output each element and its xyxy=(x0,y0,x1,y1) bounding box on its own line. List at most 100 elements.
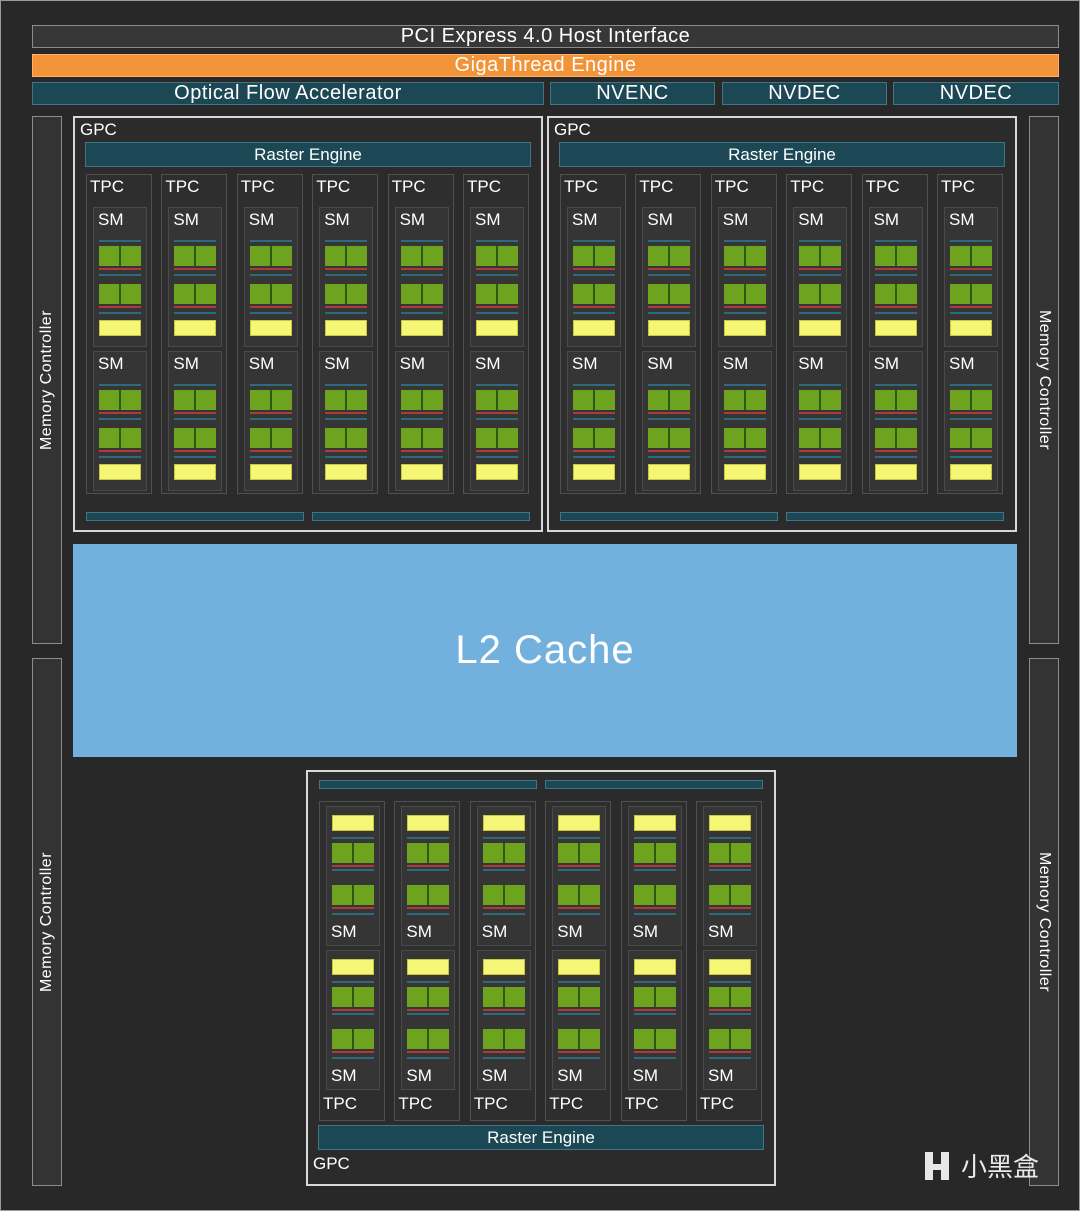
tensor-core-line xyxy=(482,907,525,909)
register-line xyxy=(476,312,518,314)
register-line xyxy=(332,1013,374,1015)
crossbar-segment xyxy=(545,780,763,789)
tensor-core-line xyxy=(476,268,518,270)
cuda-cores xyxy=(482,885,525,905)
sm-label: SM xyxy=(399,354,426,373)
cuda-cores xyxy=(709,987,751,1007)
tensor-core-line xyxy=(558,1051,601,1053)
cuda-cores xyxy=(723,428,766,448)
tensor-core-line xyxy=(332,1051,374,1053)
register-line xyxy=(407,869,450,871)
sm-label: SM xyxy=(572,354,598,373)
cuda-cores xyxy=(99,284,141,304)
sm-label: SM xyxy=(949,354,975,373)
sm-core-array xyxy=(407,959,450,1065)
rt-core xyxy=(325,464,368,480)
tensor-core-line xyxy=(482,865,525,867)
sm-label: SM xyxy=(475,354,501,373)
register-line xyxy=(950,240,992,242)
gpu-block-diagram: PCI Express 4.0 Host Interface GigaThrea… xyxy=(0,0,1080,1211)
sm-label: SM xyxy=(632,922,659,941)
cuda-cores xyxy=(407,843,450,863)
tensor-core-line xyxy=(99,268,141,270)
tpc: TPC SM SM xyxy=(312,174,379,494)
tensor-core-line xyxy=(633,907,676,909)
tensor-core-line xyxy=(950,268,992,270)
tensor-core-line xyxy=(799,306,842,308)
pcie-host-interface: PCI Express 4.0 Host Interface xyxy=(32,25,1059,48)
tensor-core-line xyxy=(648,268,691,270)
sm: SM xyxy=(168,207,223,347)
register-line xyxy=(325,240,368,242)
memory-controller-top-right: Memory Controller xyxy=(1029,116,1059,644)
rt-core xyxy=(648,320,691,336)
rt-core xyxy=(400,464,443,480)
tpc-label: TPC xyxy=(549,1094,584,1113)
tpc: TPC SM SM xyxy=(236,174,303,494)
sm-core-array xyxy=(799,238,842,344)
tensor-core-line xyxy=(633,1009,676,1011)
sm-core-array xyxy=(558,959,601,1065)
rt-core xyxy=(99,464,141,480)
cuda-cores xyxy=(99,428,141,448)
sm: SM xyxy=(326,806,380,946)
sm-core-array xyxy=(325,382,368,488)
l2-cache: L2 Cache xyxy=(73,544,1017,757)
cuda-cores xyxy=(709,885,751,905)
gpc-3: SM SM TPC SM SM TPC SM SM TPC SM SM TPC SM SM TPC SM SM T… xyxy=(306,770,776,1186)
tensor-core-line xyxy=(950,412,992,414)
sm: SM xyxy=(717,207,772,347)
sm: SM xyxy=(703,950,757,1090)
sm-label: SM xyxy=(557,1066,583,1085)
sm: SM xyxy=(552,806,607,946)
crossbar-segment xyxy=(312,512,530,521)
sm: SM xyxy=(717,351,772,491)
sm-core-array xyxy=(174,382,217,488)
cuda-cores xyxy=(633,1029,676,1049)
register-line xyxy=(99,312,141,314)
rt-core xyxy=(799,320,842,336)
sm: SM xyxy=(703,806,757,946)
register-line xyxy=(482,1057,525,1059)
register-line xyxy=(633,1013,676,1015)
raster-engine: Raster Engine xyxy=(559,142,1005,167)
register-line xyxy=(633,1057,676,1059)
tensor-core-line xyxy=(325,306,368,308)
register-line xyxy=(400,240,443,242)
sm-label: SM xyxy=(798,210,824,229)
tensor-core-line xyxy=(648,306,691,308)
register-line xyxy=(99,418,141,420)
register-line xyxy=(325,418,368,420)
cuda-cores xyxy=(573,428,615,448)
tensor-core-line xyxy=(400,306,443,308)
sm-label: SM xyxy=(708,922,734,941)
register-line xyxy=(709,837,751,839)
cuda-cores xyxy=(400,246,443,266)
tensor-core-line xyxy=(573,268,615,270)
tensor-core-line xyxy=(709,907,751,909)
register-line xyxy=(799,312,842,314)
nvdec-1: NVDEC xyxy=(722,82,887,105)
cuda-cores xyxy=(874,284,917,304)
register-line xyxy=(482,1013,525,1015)
tensor-core-line xyxy=(874,450,917,452)
tensor-core-line xyxy=(874,412,917,414)
tpc-label: TPC xyxy=(700,1094,734,1113)
tpc-label: TPC xyxy=(467,177,501,196)
tpc: TPC SM SM xyxy=(161,174,228,494)
sm-core-array xyxy=(573,382,615,488)
register-line xyxy=(400,456,443,458)
cuda-cores xyxy=(400,390,443,410)
sm: SM xyxy=(642,351,697,491)
sm: SM xyxy=(470,351,524,491)
cuda-cores xyxy=(332,843,374,863)
sm-core-array xyxy=(400,382,443,488)
tensor-core-line xyxy=(799,412,842,414)
register-line xyxy=(723,418,766,420)
sm-core-array xyxy=(476,382,518,488)
tensor-core-line xyxy=(558,865,601,867)
register-line xyxy=(332,837,374,839)
sm-core-array xyxy=(950,382,992,488)
cuda-cores xyxy=(325,390,368,410)
register-line xyxy=(648,274,691,276)
